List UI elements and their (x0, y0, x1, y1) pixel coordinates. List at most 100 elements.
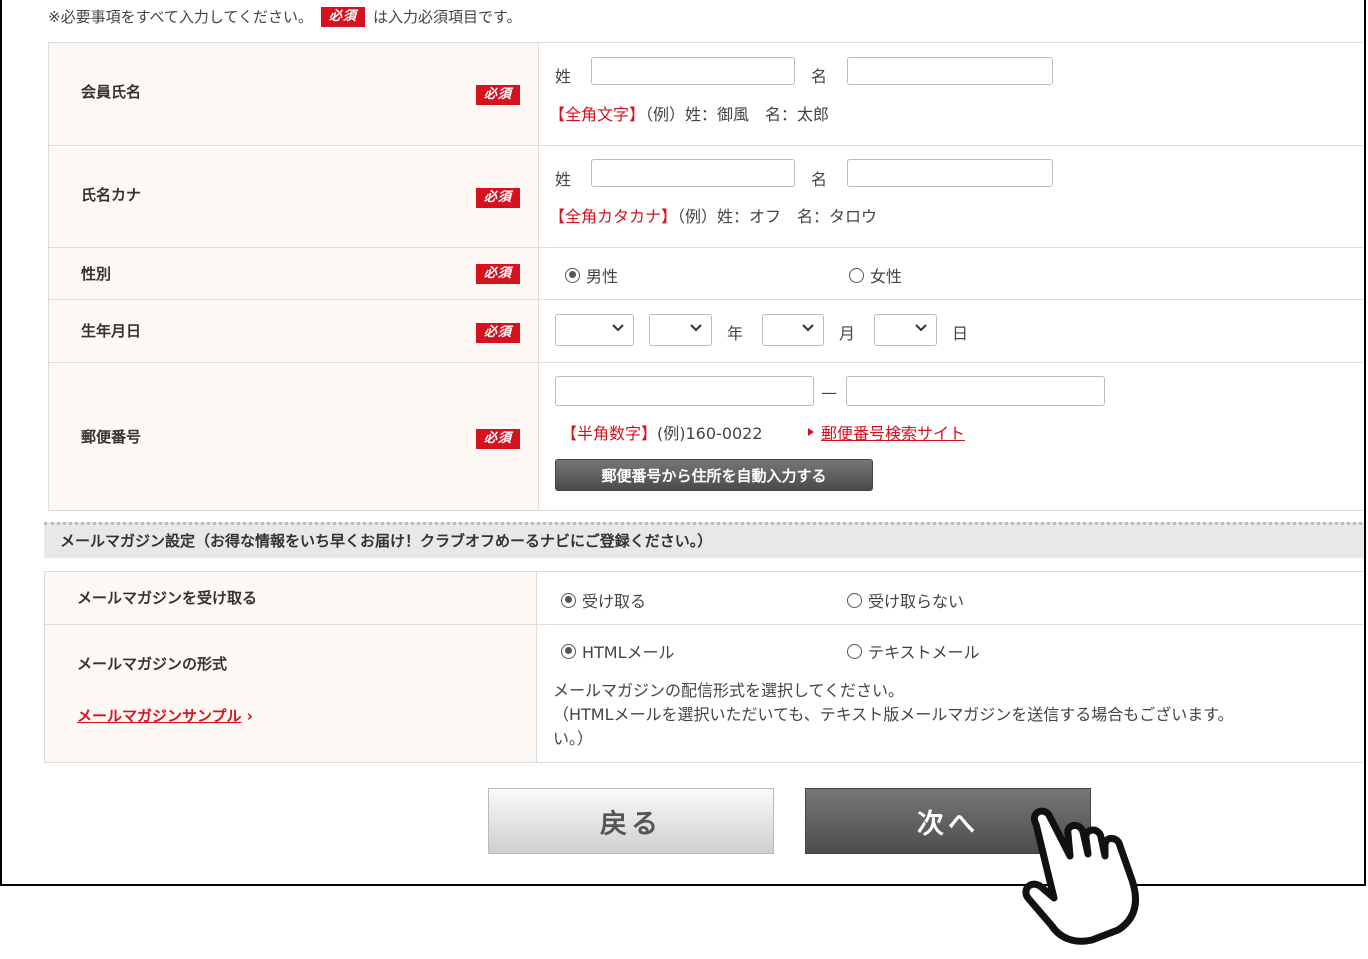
row-name-kana: 氏名カナ 必須 姓 名 【全角カタカナ】（例）姓：オフ 名：タロウ (48, 145, 1364, 248)
mailmag-format-text-label: テキストメール (868, 643, 980, 662)
value-cell: 姓 名 【全角文字】（例）姓：御風 名：太郎 (538, 42, 1364, 146)
mailmag-receive-yes-label: 受け取る (582, 592, 647, 611)
row-member-name: 会員氏名 必須 姓 名 【全角文字】（例）姓：御風 名：太郎 (48, 42, 1364, 146)
radio-unchecked-icon (849, 267, 864, 283)
radio-checked-icon (561, 643, 576, 659)
gender-female-label: 女性 (870, 267, 903, 286)
last-name-input[interactable] (591, 57, 795, 85)
label-cell: メールマガジンを受け取る (44, 571, 537, 625)
mailmag-receive-yes-radio[interactable]: 受け取る (561, 588, 646, 612)
row-birthday: 生年月日 必須 年 月 日 (48, 299, 1364, 363)
last-name-kana-input[interactable] (591, 159, 795, 187)
chevron-down-icon (802, 324, 814, 332)
name-hint: 【全角文字】（例）姓：御風 名：太郎 (549, 101, 829, 125)
value-cell: HTMLメール テキストメール メールマガジンの配信形式を選択してください。 （… (536, 624, 1364, 763)
back-button[interactable]: 戻る (488, 788, 774, 854)
value-cell: 年 月 日 (538, 299, 1364, 363)
mailmag-format-desc3: い。） (553, 729, 594, 748)
label-cell: メールマガジンの形式 メールマガジンサンプル › (44, 624, 537, 763)
birthday-label: 生年月日 (81, 322, 142, 340)
sei-label: 姓 (555, 170, 572, 189)
mailmag-format-text-radio[interactable]: テキストメール (847, 639, 980, 663)
label-cell: 氏名カナ 必須 (48, 145, 539, 248)
day-unit: 日 (952, 324, 969, 343)
label-cell: 生年月日 必須 (48, 299, 539, 363)
first-name-kana-input[interactable] (847, 159, 1053, 187)
year-select[interactable] (649, 314, 712, 346)
radio-unchecked-icon (847, 643, 862, 659)
mei-label: 名 (811, 67, 828, 86)
chevron-down-icon (915, 324, 927, 332)
row-zip: 郵便番号 必須 — 【半角数字】(例)160-0022 郵便番号検索サイト 郵便… (48, 362, 1364, 511)
required-notice: ※必要事項をすべて入力してください。 必須 は入力必須項目です。 (48, 6, 522, 27)
gender-male-label: 男性 (586, 267, 619, 286)
name-hint-example: （例）姓：御風 名：太郎 (645, 105, 830, 124)
zip-dash: — (821, 383, 837, 402)
row-mailmag-receive: メールマガジンを受け取る 受け取る 受け取らない (44, 571, 1364, 625)
name-hint-type: 【全角文字】 (549, 105, 646, 124)
form-page: ※必要事項をすべて入力してください。 必須 は入力必須項目です。 会員氏名 必須… (0, 0, 1366, 886)
zip-autofill-button[interactable]: 郵便番号から住所を自動入力する (555, 459, 873, 491)
required-badge: 必須 (321, 6, 366, 27)
label-cell: 性別 必須 (48, 247, 539, 300)
label-cell: 会員氏名 必須 (48, 42, 539, 146)
month-select[interactable] (762, 314, 824, 346)
triangle-right-icon (808, 428, 814, 436)
required-badge: 必須 (475, 188, 520, 208)
first-name-input[interactable] (847, 57, 1053, 85)
required-badge: 必須 (475, 264, 520, 284)
value-cell: 受け取る 受け取らない (536, 571, 1364, 625)
mailmag-table: メールマガジンを受け取る 受け取る 受け取らない メールマガジンの形式 メールマ… (44, 571, 1364, 763)
mailmag-sample-link[interactable]: メールマガジンサンプル (77, 707, 242, 725)
zip-hint-example: (例)160-0022 (657, 424, 763, 443)
notice-suffix: は入力必須項目です。 (373, 8, 522, 26)
value-cell: 姓 名 【全角カタカナ】（例）姓：オフ 名：タロウ (538, 145, 1364, 248)
gender-female-radio[interactable]: 女性 (849, 263, 902, 287)
month-unit: 月 (839, 324, 856, 343)
mailmag-format-label: メールマガジンの形式 (77, 655, 228, 673)
mailmag-receive-no-radio[interactable]: 受け取らない (847, 588, 964, 612)
radio-unchecked-icon (847, 592, 862, 608)
mailmag-format-html-label: HTMLメール (582, 643, 675, 662)
value-cell: 男性 女性 (538, 247, 1364, 300)
required-badge: 必須 (475, 429, 520, 449)
mailmag-format-desc2: （HTMLメールを選択いただいても、テキスト版メールマガジンを送信する場合もござ… (553, 705, 1234, 724)
kana-hint-example: （例）姓：オフ 名：タロウ (677, 207, 878, 226)
required-badge: 必須 (475, 323, 520, 343)
kana-hint-type: 【全角カタカナ】 (549, 207, 678, 226)
member-name-label: 会員氏名 (81, 83, 142, 101)
chevron-down-icon (612, 324, 624, 332)
era-select[interactable] (555, 314, 634, 346)
gender-label: 性別 (81, 265, 112, 283)
member-info-table: 会員氏名 必須 姓 名 【全角文字】（例）姓：御風 名：太郎 氏名カナ 必須 姓… (48, 42, 1364, 511)
mailmag-format-desc1: メールマガジンの配信形式を選択してください。 (553, 681, 905, 700)
gender-male-radio[interactable]: 男性 (565, 263, 618, 287)
kana-hint: 【全角カタカナ】（例）姓：オフ 名：タロウ (549, 203, 877, 227)
chevron-down-icon (690, 324, 702, 332)
year-unit: 年 (727, 324, 744, 343)
mei-label: 名 (811, 170, 828, 189)
mailmag-format-html-radio[interactable]: HTMLメール (561, 639, 675, 663)
row-mailmag-format: メールマガジンの形式 メールマガジンサンプル › HTMLメール テキストメール… (44, 624, 1364, 763)
mailmag-receive-no-label: 受け取らない (868, 592, 965, 611)
radio-checked-icon (565, 267, 580, 283)
row-gender: 性別 必須 男性 女性 (48, 247, 1364, 300)
mailmag-sample-link-wrap[interactable]: メールマガジンサンプル › (77, 705, 253, 726)
zip-first-input[interactable] (555, 376, 814, 406)
radio-checked-icon (561, 592, 576, 608)
day-select[interactable] (874, 314, 937, 346)
mailmag-section-title: メールマガジン設定（お得な情報をいち早くお届け！クラブオフめーるナビにご登録くだ… (44, 522, 1364, 558)
zip-hint-type: 【半角数字】 (561, 424, 658, 443)
zip-search-link[interactable]: 郵便番号検索サイト (821, 420, 965, 444)
mailmag-receive-label: メールマガジンを受け取る (77, 589, 258, 607)
value-cell: — 【半角数字】(例)160-0022 郵便番号検索サイト 郵便番号から住所を自… (538, 362, 1364, 511)
chevron-right-icon: › (246, 707, 253, 725)
notice-prefix: ※必要事項をすべて入力してください。 (48, 8, 314, 26)
zip-label: 郵便番号 (81, 428, 142, 446)
name-kana-label: 氏名カナ (81, 186, 142, 204)
sei-label: 姓 (555, 67, 572, 86)
zip-second-input[interactable] (846, 376, 1105, 406)
zip-hint: 【半角数字】(例)160-0022 (561, 420, 763, 444)
pointing-hand-icon (1022, 807, 1139, 945)
required-badge: 必須 (475, 85, 520, 105)
